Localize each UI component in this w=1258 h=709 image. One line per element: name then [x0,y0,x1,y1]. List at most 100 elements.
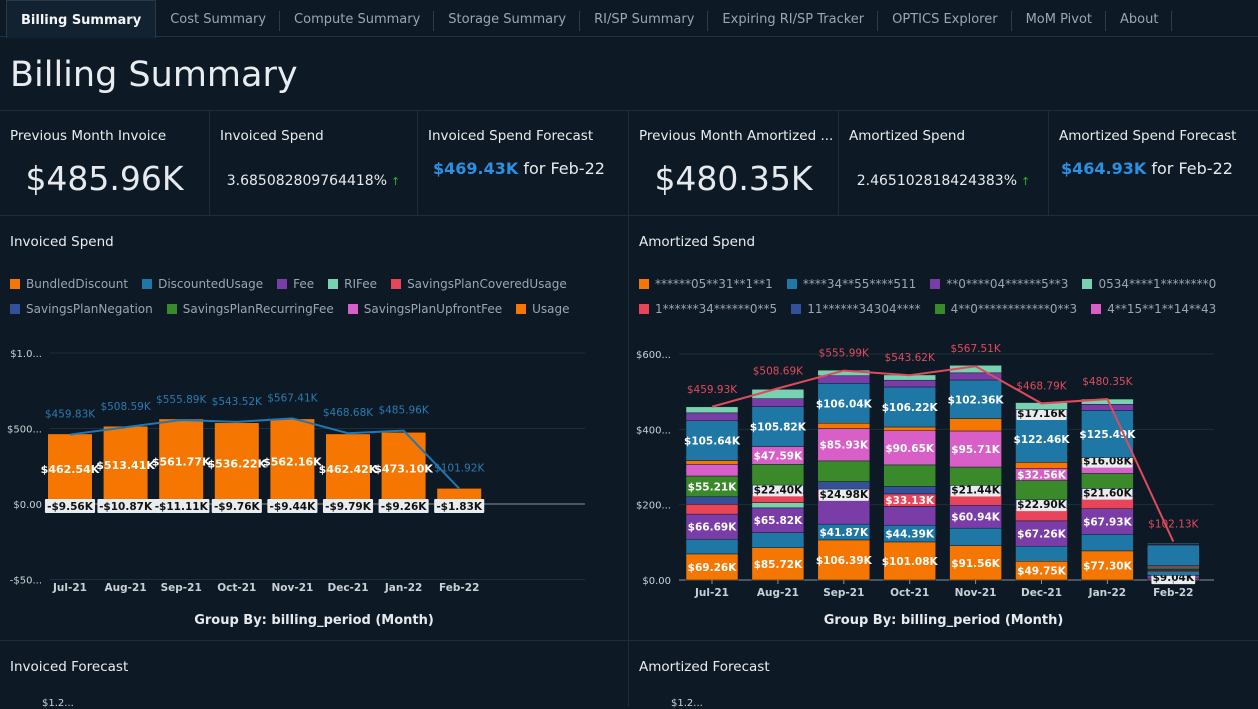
total-data-label: $567.51K [950,343,1001,355]
usage-data-label: $473.10K [374,462,433,475]
x-tick-label: Nov-21 [955,587,997,599]
segment-data-label: $65.82K [754,515,804,527]
segment-data-label: $66.69K [688,522,738,534]
data-label: -$11.11K [155,501,209,513]
total-data-label: $101.92K [434,463,485,475]
kpi-invoiced-spend[interactable]: Invoiced Spend 3.685082809764418%↑ [210,111,418,216]
segment-data-label: $67.26K [1017,529,1067,541]
stack-segment [884,427,936,431]
total-data-label: $102.13K [1148,519,1199,531]
kpi-label: Invoiced Spend [220,128,324,144]
kpi-previous-month-invoice[interactable]: Previous Month Invoice $485.96K [0,111,210,216]
segment-data-label: $102.36K [948,394,1005,406]
y-tick-label: $1.2... [671,698,703,709]
stack-segment [1147,572,1199,576]
x-tick-label: Aug-21 [757,587,799,599]
stack-segment [1016,462,1068,468]
x-tick-label: Jan-22 [384,582,422,594]
data-label: -$9.76K [214,501,261,513]
y-tick-label: $500... [7,425,42,436]
y-tick-label: $200... [636,501,671,512]
kpi-value: 3.685082809764418%↑ [210,173,417,189]
segment-data-label: $47.59K [754,450,804,462]
y-tick-label: -$50... [10,576,42,587]
kpi-value: $464.93K for Feb-22 [1061,159,1233,178]
y-tick-label: $0.00 [13,500,42,511]
segment-data-label: $60.94K [951,512,1001,524]
kpi-label: Previous Month Amortized ... [639,128,833,144]
tab-cost-summary[interactable]: Cost Summary [156,0,280,37]
tab-mom-pivot[interactable]: MoM Pivot [1012,0,1106,37]
kpi-label: Previous Month Invoice [10,128,166,144]
kpi-value: $485.96K [0,159,209,198]
stack-segment [752,464,804,485]
usage-data-label: $462.54K [41,463,100,476]
x-tick-label: Nov-21 [271,582,313,594]
tab-ri-sp-summary[interactable]: RI/SP Summary [580,0,708,37]
stack-segment [884,486,936,494]
total-data-label: $543.62K [885,352,936,364]
data-label: $22.90K [1017,499,1067,511]
tab-about[interactable]: About [1106,0,1172,37]
tab-storage-summary[interactable]: Storage Summary [434,0,580,37]
data-label: $21.60K [1083,488,1133,500]
stack-segment [884,380,936,387]
amortized-forecast-panel: Amortized Forecast $1.2... [629,641,1258,707]
x-tick-label: Feb-22 [1153,587,1193,599]
invoiced-forecast-panel: Invoiced Forecast $1.2... [0,641,629,707]
stack-segment [1016,481,1068,500]
stack-segment [818,482,870,490]
tab-optics-explorer[interactable]: OPTICS Explorer [878,0,1011,37]
data-label: -$1.83K [436,501,483,513]
segment-data-label: $91.56K [951,558,1001,570]
stack-segment [818,461,870,482]
total-data-label: $485.96K [378,405,429,417]
total-data-label: $480.35K [1082,376,1133,388]
kpi-value: 2.465102818424383%↑ [839,173,1048,189]
kpi-percent: 2.465102818424383% [857,173,1017,189]
kpi-invoiced-forecast[interactable]: Invoiced Spend Forecast $469.43K for Feb… [418,111,629,216]
segment-data-label: $85.72K [754,559,804,571]
data-label: -$9.26K [381,501,428,513]
kpi-label: Amortized Spend [849,128,965,144]
stack-segment [752,503,804,508]
segment-data-label: $122.46K [1014,434,1071,446]
usage-data-label: $462.42K [319,463,378,476]
kpi-amortized-spend[interactable]: Amortized Spend 2.465102818424383%↑ [839,111,1049,216]
kpi-value: $469.43K for Feb-22 [433,159,605,178]
total-data-label: $468.79K [1016,380,1067,392]
tab-billing-summary[interactable]: Billing Summary [6,0,156,38]
tab-expiring-ri-sp-tracker[interactable]: Expiring RI/SP Tracker [708,0,878,37]
data-label: $21.44K [951,485,1001,497]
panel-title: Invoiced Forecast [10,659,128,675]
total-data-label: $555.89K [156,394,207,406]
stack-segment [1081,404,1133,410]
segment-data-label: $95.71K [951,444,1001,456]
usage-data-label: $513.41K [96,459,155,472]
total-data-label: $468.68K [323,407,374,419]
stack-segment [950,467,1002,485]
x-tick-label: Dec-21 [327,582,368,594]
segment-data-label: $106.04K [816,398,873,410]
usage-data-label: $536.22K [207,458,266,471]
stack-segment [686,461,738,465]
kpi-label: Amortized Spend Forecast [1059,128,1236,144]
x-tick-label: Jul-21 [694,587,729,599]
stack-segment [752,533,804,548]
kpi-amortized-forecast[interactable]: Amortized Spend Forecast $464.93K for Fe… [1049,111,1258,216]
stack-segment [950,528,1002,545]
tab-bar: Billing SummaryCost SummaryCompute Summa… [0,0,1258,37]
segment-data-label: $125.49K [1079,429,1136,441]
segment-data-label: $55.21K [688,481,738,493]
total-data-label: $555.99K [819,348,870,360]
tab-compute-summary[interactable]: Compute Summary [280,0,434,37]
stack-segment [686,464,738,476]
stack-segment [686,413,738,421]
kpi-previous-month-amortized[interactable]: Previous Month Amortized ... $480.35K [629,111,839,216]
segment-data-label: $106.39K [816,555,873,567]
data-label: -$9.44K [270,501,317,513]
segment-data-label: $101.08K [882,556,939,568]
segment-data-label: $77.30K [1083,560,1133,572]
stack-segment [818,423,870,428]
stack-segment [818,499,870,525]
